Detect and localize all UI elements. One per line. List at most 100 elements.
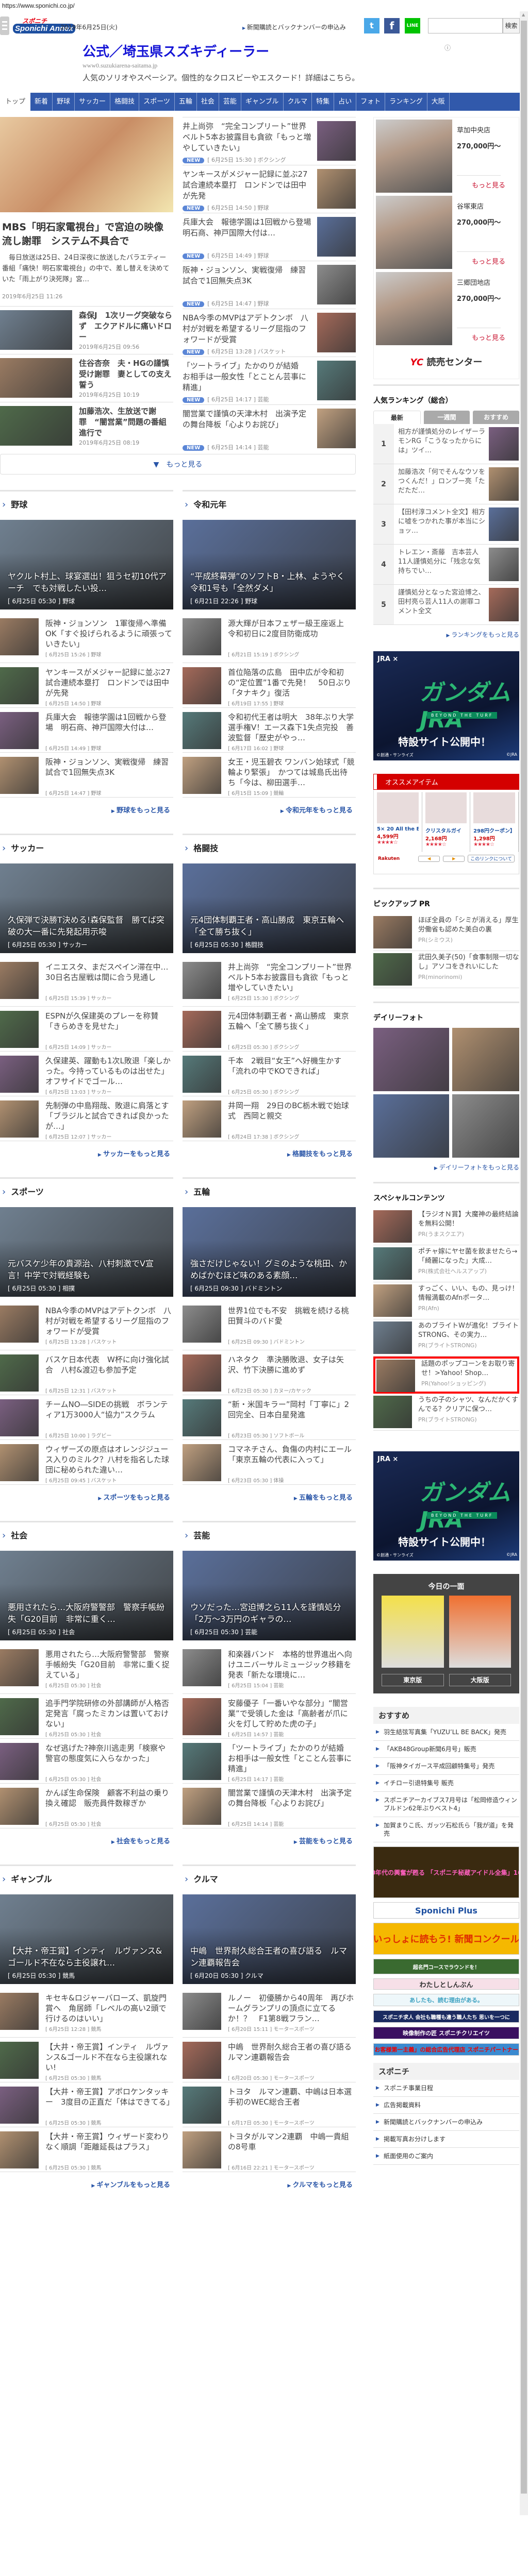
feature-title[interactable]: 悪用されたら…大阪府警警部 警察手帳紛失「G20目前 非常に重く… <box>8 1601 167 1625</box>
news-thumbnail[interactable] <box>317 313 356 352</box>
news-thumbnail[interactable] <box>317 361 356 400</box>
nav-tab-1[interactable]: 新着 <box>30 93 53 111</box>
banner-ad[interactable]: あしたも、読む理由がある。 <box>373 1994 519 2006</box>
item-title[interactable]: 【大井・帝王賞】アポロケンタッキー 3度目の正直だ「体はできてる」 <box>45 2087 172 2117</box>
recommend-link[interactable]: 「AKB48Group新聞6月号」販売 <box>373 1741 519 1758</box>
section-item[interactable]: バスケ日本代表 W杯に向け強化試合 八村&渡辺も参加予定 [ 6月25日 12:3… <box>0 1350 173 1395</box>
nav-tab-13[interactable]: フォト <box>356 93 386 111</box>
news-title[interactable]: 井上尚弥 “完全コンプリート”世界ベルト5本お披露目も貪欲「もっと増やしていきた… <box>183 121 312 155</box>
footer-link[interactable]: 広告掲載資料 <box>373 2097 519 2114</box>
daily-photo[interactable] <box>452 1094 519 1158</box>
item-thumbnail[interactable] <box>183 1354 221 1392</box>
pr-thumbnail[interactable] <box>373 1284 412 1317</box>
yomiuri-center-logo[interactable]: YC 読売センター <box>376 348 517 377</box>
news-list-item[interactable]: 兵庫大会 報徳学園は1回戦から登場 明石商、神戸国際大付は… NEW[ 6月25日… <box>183 213 356 261</box>
section-item[interactable]: ESPNが久保建英のプレーを称賛「きらめきを見せた」 [ 6月25日 14:09 … <box>0 1007 173 1052</box>
store-photo[interactable] <box>376 120 452 193</box>
section-item[interactable]: 兵庫大会 報徳学園は1回戦から登場 明石商、神戸国際大付は… [ 6月25日 14… <box>0 708 173 753</box>
item-title[interactable]: ヤンキースがメジャー記録に並ぶ27試合連続本塁打 ロンドンでは田中が先発 <box>45 667 172 698</box>
section-item[interactable]: 悪用されたら…大阪府警警部 警察手帳紛失「G20目前 非常に重く捉えている」 [ … <box>0 1649 173 1694</box>
recommend-link[interactable]: 加賀まりこ氏、ガッツ石松氏ら「我が道」を発売 <box>373 1817 519 1842</box>
nav-tab-14[interactable]: ランキング <box>385 93 427 111</box>
section-item[interactable]: 闇営業で謹慎の天津木村 出演予定の舞台降板「心よりお詫び」 [ 6月25日 14:… <box>183 1784 356 1828</box>
item-title[interactable]: 「ツートライブ」たかのりが結婚 お相手は一般女性「とことん芸事に精進」 <box>228 1743 355 1774</box>
text-ad[interactable]: 公式／埼玉県スズキディーラー www0.suzukiarena-saitama.… <box>0 38 520 93</box>
story-thumbnail[interactable] <box>0 406 72 446</box>
nav-tab-8[interactable]: 芸能 <box>219 93 241 111</box>
osaka-front-page[interactable] <box>449 1596 511 1668</box>
section-item[interactable]: ヤンキースがメジャー記録に並ぶ27試合連続本塁打 ロンドンでは田中が先発 [ 6月… <box>0 663 173 708</box>
section-item[interactable]: 阪神・ジョンソン、実戦復帰 練習試合で1回無失点3K [ 6月25日 14:47 … <box>0 753 173 798</box>
store-ad-card[interactable]: 三郷団地店 270,000円～ もっと見る <box>376 272 517 345</box>
scroll-up-icon[interactable]: ▲ <box>522 12 525 17</box>
section-feature[interactable]: “平成終幕弾”のソフトB・上林、ようやく令和1号も「全然ダメ」 [ 6月21日 2… <box>183 520 356 609</box>
section-item[interactable]: トヨタ ルマン連覇、中嶋は日本選手初のWEC総合王者 [ 6月17日 05:30 … <box>183 2082 356 2127</box>
section-item[interactable]: 安藤優子「一番いやな部分」“闇営業”で受領した金は「高齢者が爪に火を灯して貯めた… <box>183 1694 356 1739</box>
nav-tab-6[interactable]: 五輪 <box>175 93 197 111</box>
item-thumbnail[interactable] <box>0 2042 39 2079</box>
item-title[interactable]: 源大輝が日本フェザー級王座返上 令和初日に2度目防衛成功 <box>228 618 355 649</box>
facebook-icon[interactable]: f <box>384 18 400 33</box>
ranking-more-link[interactable]: ランキングをもっと見る <box>373 630 519 639</box>
section-more-link[interactable]: 格闘技をもっと見る <box>183 1148 356 1158</box>
ranking-tab[interactable]: 最新 <box>373 411 421 424</box>
section-item[interactable]: キセキ&ロジャーバローズ、凱旋門賞へ 角居師「レベルの高い2頭で行けるのはいい」… <box>0 1993 173 2038</box>
item-title[interactable]: ハネタク 準決勝敗退、女子は矢沢、竹下決勝に進めず <box>228 1354 355 1385</box>
item-title[interactable]: NBA今季のMVPはアデトクンボ 八村が対戦を希望するリーグ屈指のフォワードが受… <box>45 1306 172 1336</box>
news-title[interactable]: 兵庫大会 報徳学園は1回戦から登場 明石商、神戸国際大付は… <box>183 217 312 250</box>
item-thumbnail[interactable] <box>0 2087 39 2124</box>
section-feature[interactable]: ウソだった…宮迫博之ら11人を謹慎処分「2万～3万円のギャラの… [ 6月25日 … <box>183 1551 356 1640</box>
pr-item[interactable]: 【ラジオＮ賞】大魔神の最終結論を無料公開！ PR(うまスクエア) <box>373 1208 519 1245</box>
section-item[interactable]: 先制弾の中島翔哉、敗退に肩落とす「ブラジルと試合できれば良かったが…」 [ 6月2… <box>0 1096 173 1141</box>
item-thumbnail[interactable] <box>183 2087 221 2124</box>
pr-thumbnail[interactable] <box>373 953 412 986</box>
store-photo[interactable] <box>376 196 452 269</box>
news-thumbnail[interactable] <box>317 409 356 448</box>
tokyo-edition-button[interactable]: 東京版 <box>382 1674 444 1686</box>
item-title[interactable]: イニエスタ、まだスペイン滞在中…30日名古屋戦は間に合う見通し <box>45 962 172 993</box>
item-title[interactable]: 和楽器バンド 本格的世界進出へ向けユニバーサルミュージック移籍を発表「新たな環境… <box>228 1649 355 1680</box>
ranking-item[interactable]: 1 相方が謹慎処分のレイザーラモンRG「こうなったからには」ツイ… <box>373 424 519 464</box>
item-thumbnail[interactable] <box>0 1788 39 1825</box>
sponichi-logo[interactable]: スポニチ Sponichi Annex <box>13 16 75 36</box>
item-title[interactable]: なぜ逃げた?神奈川逃走男「検察や警官の態度気に入らなかった」 <box>45 1743 172 1774</box>
section-item[interactable]: 【大井・帝王賞】アポロケンタッキー 3度目の正直だ「体はできてる」 [ 6月25日… <box>0 2082 173 2127</box>
nav-tab-0[interactable]: トップ <box>0 93 31 111</box>
ranking-item[interactable]: 5 謹慎処分となった宮迫博之、田村亮ら芸人11人の謝罪コメント全文 <box>373 585 519 625</box>
section-feature[interactable]: 中嶋 世界耐久総合王者の喜び語る ルマン連覇報告会 [ 6月20日 05:30 ]… <box>183 1894 356 1984</box>
section-item[interactable]: ルノー 初優勝から40周年 再びホームグランプリの頂点に立てるか！？ F1第8戦… <box>183 1993 356 2038</box>
news-title[interactable]: 阪神・ジョンソン、実戦復帰 練習試合で1回無失点3K <box>183 265 312 298</box>
item-thumbnail[interactable] <box>0 1354 39 1392</box>
section-more-link[interactable]: 芸能をもっと見る <box>183 1836 356 1845</box>
search-button[interactable]: 検索 <box>503 18 520 33</box>
ranking-item[interactable]: 2 加藤浩次「何でそんなウソをつくんだ！」ロンブー亮「ただただ… <box>373 464 519 504</box>
news-list-item[interactable]: 闇営業で謹慎の天津木村 出演予定の舞台降板「心よりお詫び」 NEW[ 6月25日 … <box>183 404 356 452</box>
item-thumbnail[interactable] <box>183 1011 221 1048</box>
banner-ad[interactable]: 「お客様第一主義」の総合広告代理店 スポニチパートナーズ <box>373 2043 519 2056</box>
pr-title[interactable]: すっごく、いい、もの、見っけ！情報満載のAfnポータ… <box>418 1284 519 1303</box>
item-title[interactable]: 中嶋 世界耐久総合王者の喜び語る ルマン連覇報告会 <box>228 2042 355 2073</box>
rank-title[interactable]: トレエン・斎藤 吉本芸人11人謹慎処分に「残念な気持ちでい… <box>394 545 489 584</box>
section-more-link[interactable]: 五輪をもっと見る <box>183 1492 356 1502</box>
section-title[interactable]: 五輪 <box>183 1179 356 1207</box>
section-more-link[interactable]: 野球をもっと見る <box>0 805 173 815</box>
section-item[interactable]: 女王・児玉碧衣 ワンバン始球式「競輪より緊張」 かつては城島氏出待ち「今は、柳田… <box>183 753 356 798</box>
item-title[interactable]: 千本 2戦目“女王”へ好機生かす「流れの中でKOできれば」 <box>228 1056 355 1087</box>
section-more-link[interactable]: スポーツをもっと見る <box>0 1492 173 1502</box>
section-title[interactable]: 格闘技 <box>183 835 356 863</box>
section-item[interactable]: 和楽器バンド 本格的世界進出へ向けユニバーサルミュージック移籍を発表「新たな環境… <box>183 1649 356 1694</box>
subscribe-link[interactable]: 新聞購読とバックナンバーの申込み <box>242 23 346 31</box>
nav-tab-15[interactable]: 大阪 <box>427 93 450 111</box>
pr-title[interactable]: うちの子のシャツ、なんだかくすんでる？クリアに保つ… <box>418 1396 519 1414</box>
store-photo[interactable] <box>376 272 452 345</box>
item-title[interactable]: 兵庫大会 報徳学園は1回戦から登場 明石商、神戸国際大付は… <box>45 712 172 743</box>
section-item[interactable]: 千本 2戦目“女王”へ好機生かす「流れの中でKOできれば」 [ 6月25日 05:… <box>183 1052 356 1096</box>
store-more-link[interactable]: もっと見る <box>472 256 505 266</box>
item-title[interactable]: チームNO―SIDEの挑戦 ボランティア1万3000人“協力”スクラム <box>45 1399 172 1430</box>
feature-title[interactable]: ウソだった…宮迫博之ら11人を謹慎処分「2万～3万円のギャラの… <box>190 1601 350 1625</box>
pr-item[interactable]: あのブライトWが進化！ブライトSTRONG、その実力… PR(ブライトSTRONG… <box>373 1319 519 1357</box>
section-item[interactable]: 井岡一翔 29日のBC栃木戦で始球式 西岡と親交 [ 6月24日 17:38 ] … <box>183 1096 356 1141</box>
item-title[interactable]: 女王・児玉碧衣 ワンバン始球式「競輪より緊張」 かつては城島氏出待ち「今は、柳田… <box>228 757 355 788</box>
item-title[interactable]: 首位陥落の広島 田中広が令和初の“定位置”1番で先発！ 50日ぶり「タナキク」復… <box>228 667 355 698</box>
section-feature[interactable]: 元4団体制覇王者・高山勝成 東京五輪へ「全て勝ち抜く」 [ 6月25日 05:30… <box>183 863 356 953</box>
